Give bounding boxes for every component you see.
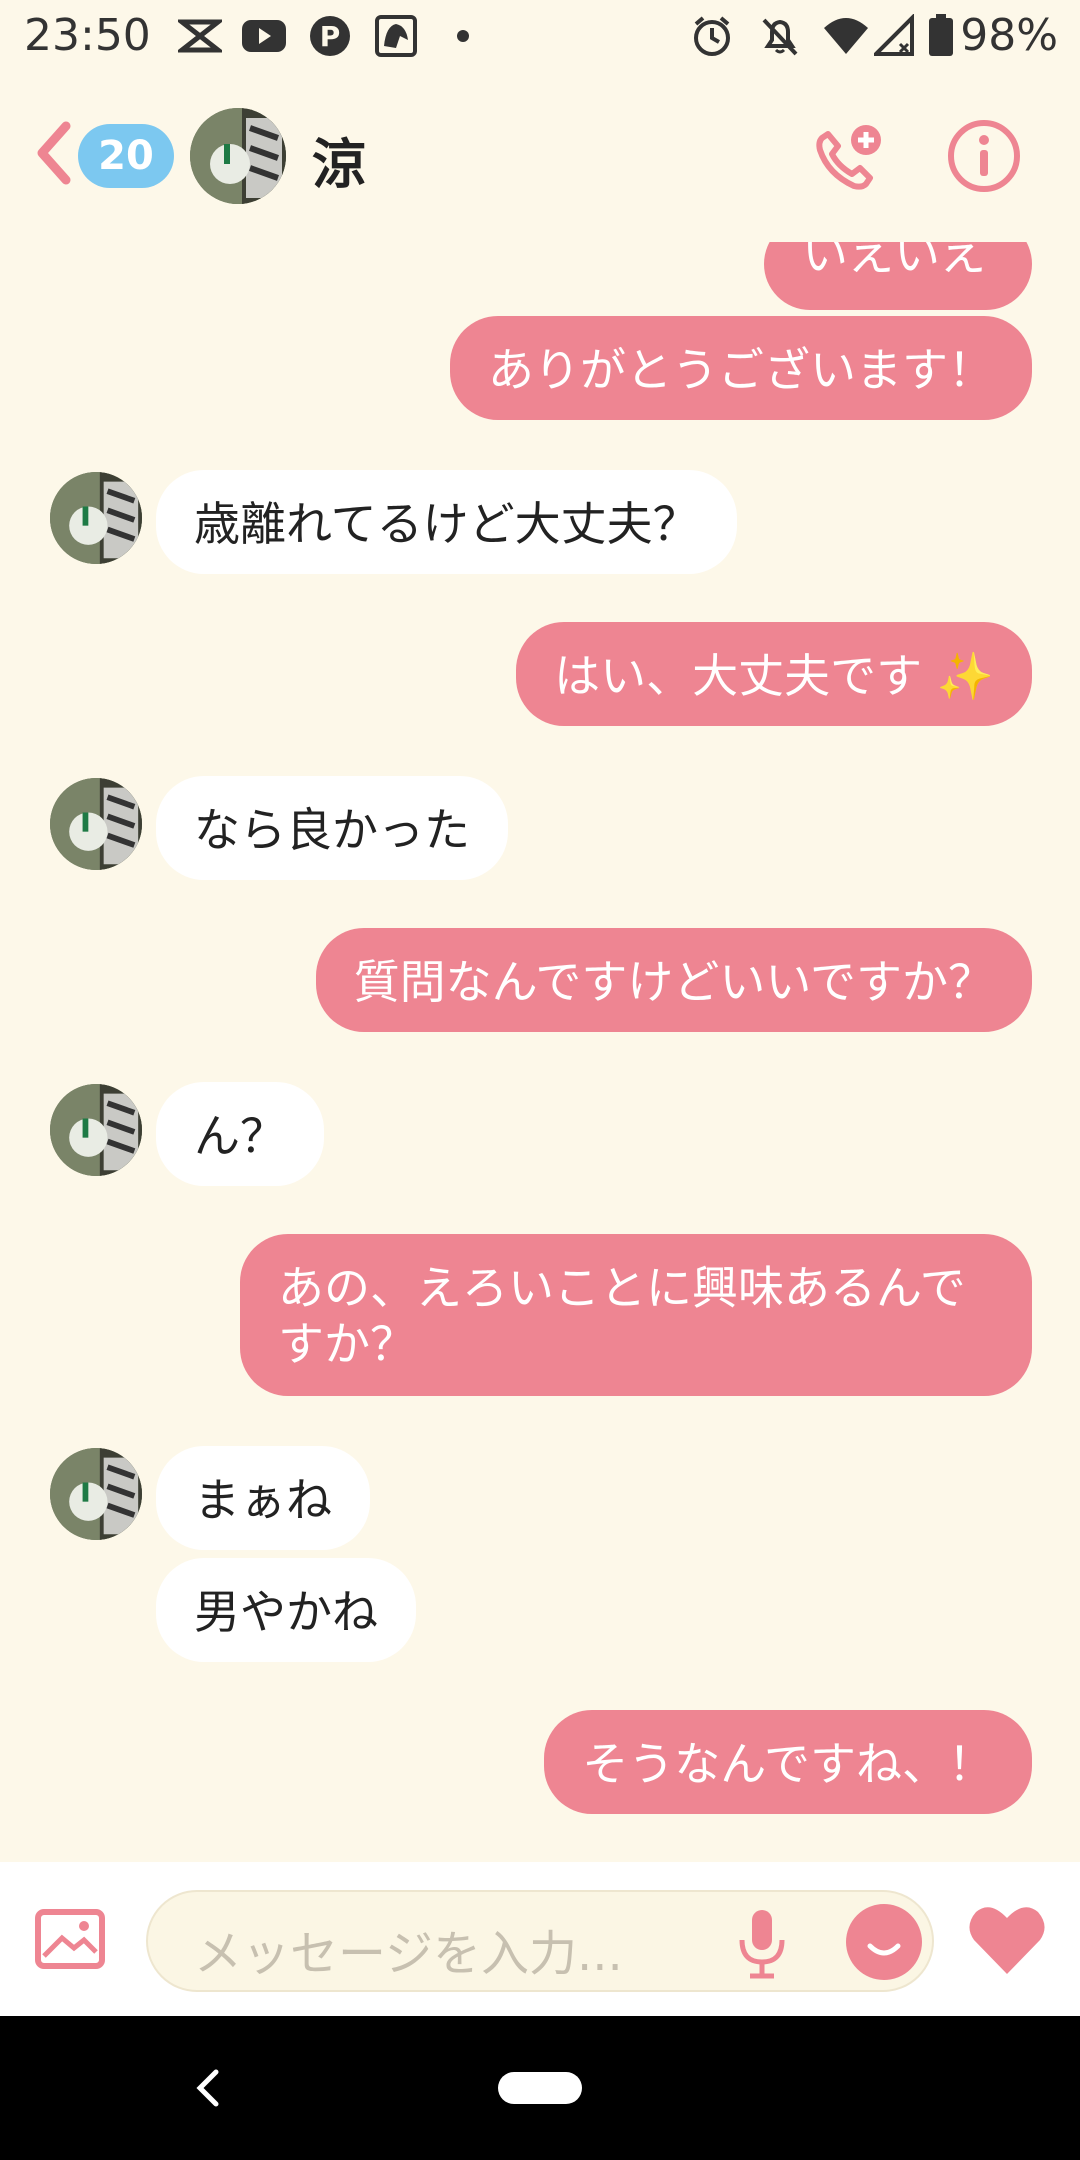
smiley-icon xyxy=(867,1943,901,1956)
chat-header: 20 涼 xyxy=(0,72,1080,242)
message-input-placeholder: メッセージを入力... xyxy=(194,1926,623,1982)
info-icon xyxy=(948,120,1020,192)
pinterest-icon: P xyxy=(308,14,352,62)
contact-avatar[interactable] xyxy=(190,108,286,204)
attach-image-button[interactable] xyxy=(34,1908,106,1970)
message-text: まぁね xyxy=(194,1473,332,1527)
message-bubble-received[interactable]: 男やかね xyxy=(156,1558,416,1662)
message-bubble-received[interactable]: ん？ xyxy=(156,1082,324,1186)
image-icon xyxy=(35,1909,105,1969)
message-input[interactable]: メッセージを入力... xyxy=(146,1890,934,1992)
system-nav-bar xyxy=(0,2016,1080,2160)
capcut-icon xyxy=(174,14,226,62)
app-icon xyxy=(374,14,418,62)
message-bubble-received[interactable]: 歳離れてるけど大丈夫？ xyxy=(156,470,737,574)
mute-icon xyxy=(758,14,802,62)
message-text: はい、大丈夫です xyxy=(554,649,923,703)
voice-input-button[interactable] xyxy=(734,1906,790,1980)
dot-icon xyxy=(456,28,470,47)
wifi-icon xyxy=(822,14,870,62)
message-text: ん？ xyxy=(194,1109,286,1163)
heart-icon xyxy=(969,1907,1045,1974)
microphone-icon xyxy=(739,1910,785,1979)
message-text: そうなんですね、！ xyxy=(582,1737,994,1791)
send-heart-button[interactable] xyxy=(966,1902,1048,1978)
message-input-bar: メッセージを入力... xyxy=(0,1862,1080,2016)
nav-back-button[interactable] xyxy=(196,2068,220,2108)
status-time: 23:50 xyxy=(24,10,151,61)
alarm-icon xyxy=(690,14,734,62)
unread-count-badge[interactable]: 20 xyxy=(78,124,174,188)
contact-avatar[interactable] xyxy=(50,1084,142,1176)
message-bubble-sent[interactable]: はい、大丈夫です ✨ xyxy=(516,622,1032,726)
chevron-left-icon xyxy=(37,121,71,185)
signal-icon xyxy=(871,13,914,62)
contact-name: 涼 xyxy=(312,133,366,196)
message-list[interactable]: いえいえ ありがとうございます！ 歳離れてるけど大丈夫？ はい、大丈夫です ✨ … xyxy=(0,242,1080,1862)
message-bubble-sent[interactable]: あの、えろいことに興味あるんですか？ xyxy=(240,1234,1032,1396)
message-text: あの、えろいことに興味あるんですか？ xyxy=(278,1261,966,1371)
message-text: なら良かった xyxy=(194,803,470,857)
message-text: 歳離れてるけど大丈夫？ xyxy=(194,497,699,551)
add-call-button[interactable] xyxy=(808,120,888,200)
svg-text:P: P xyxy=(320,20,341,53)
message-bubble-sent[interactable]: そうなんですね、！ xyxy=(544,1710,1032,1814)
contact-avatar[interactable] xyxy=(50,778,142,870)
youtube-icon xyxy=(240,14,288,62)
sparkles-emoji: ✨ xyxy=(936,649,994,703)
message-bubble-sent[interactable]: いえいえ xyxy=(764,242,1032,310)
message-text: 男やかね xyxy=(194,1585,378,1639)
nav-home-button[interactable] xyxy=(498,2072,582,2104)
contact-avatar[interactable] xyxy=(50,472,142,564)
battery-icon xyxy=(928,14,954,62)
nav-back-icon xyxy=(196,2069,219,2107)
message-bubble-sent[interactable]: ありがとうございます！ xyxy=(450,316,1032,420)
message-text: ありがとうございます！ xyxy=(488,343,994,397)
back-button[interactable] xyxy=(32,118,76,188)
emoji-button[interactable] xyxy=(846,1904,922,1980)
info-button[interactable] xyxy=(946,118,1022,194)
message-bubble-received[interactable]: まぁね xyxy=(156,1446,370,1550)
status-bar: 23:50 P 98% xyxy=(0,0,1080,72)
message-text: いえいえ xyxy=(802,242,986,281)
contact-avatar[interactable] xyxy=(50,1448,142,1540)
message-text: 質問なんですけどいいですか？ xyxy=(353,955,994,1009)
battery-percent: 98% xyxy=(960,10,1058,61)
message-bubble-sent[interactable]: 質問なんですけどいいですか？ xyxy=(315,928,1032,1032)
message-bubble-received[interactable]: なら良かった xyxy=(156,776,508,880)
phone-plus-icon xyxy=(816,125,881,190)
